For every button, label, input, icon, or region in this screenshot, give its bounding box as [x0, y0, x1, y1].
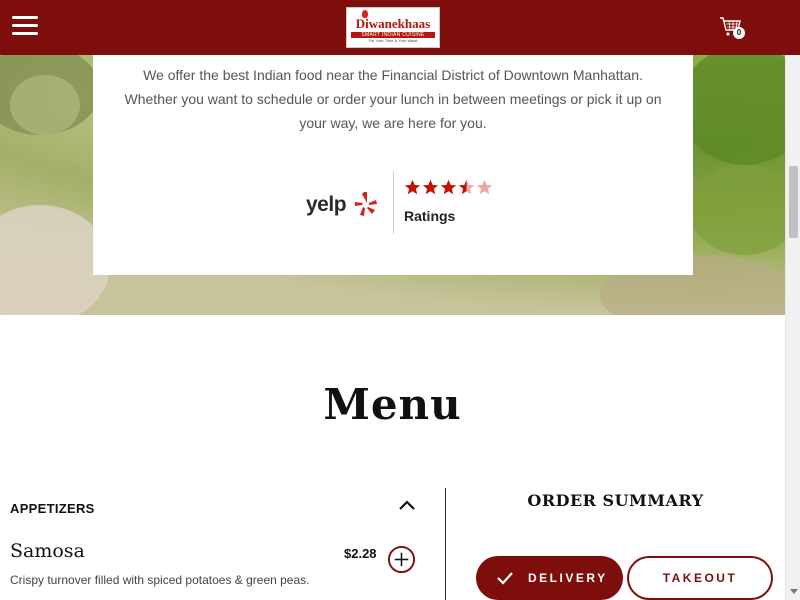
intro-text: We offer the best Indian food near the F… [124, 67, 662, 131]
menu-title: Menu [323, 380, 462, 429]
plus-circle-icon[interactable] [387, 545, 416, 574]
star-rating [404, 179, 494, 199]
category-header-appetizers[interactable]: APPETIZERS [10, 498, 420, 520]
star-icon [404, 179, 421, 195]
item-name: Samosa [10, 540, 85, 562]
order-summary-title: ORDER SUMMARY [527, 491, 704, 510]
site-logo[interactable]: Diwanekhaas SMART INDIAN CUISINE For You… [346, 7, 440, 48]
hero-section: We offer the best Indian food near the F… [0, 55, 785, 315]
star-icon [422, 179, 439, 195]
yelp-wordmark: yelp [306, 193, 347, 216]
takeout-label: TAKEOUT [662, 571, 738, 585]
delivery-label: DELIVERY [528, 571, 608, 585]
yelp-logo[interactable]: yelp [306, 182, 380, 222]
chevron-up-icon[interactable] [398, 498, 416, 512]
cart-button[interactable]: 0 [719, 16, 749, 42]
flame-icon [362, 10, 368, 18]
cart-count-badge: 0 [733, 27, 745, 39]
star-icon [440, 179, 457, 195]
delivery-button[interactable]: DELIVERY [476, 556, 623, 600]
hero-card: We offer the best Indian food near the F… [93, 55, 693, 275]
takeout-button[interactable]: TAKEOUT [627, 556, 773, 600]
rating-divider [393, 171, 394, 234]
star-half-icon [458, 179, 475, 195]
category-label: APPETIZERS [10, 501, 95, 516]
item-price: $2.28 [344, 546, 377, 561]
yelp-logo-icon [355, 192, 377, 216]
logo-subtagline: For Your Time & Your Waist [368, 38, 418, 43]
hamburger-icon[interactable] [12, 16, 38, 38]
page: Diwanekhaas SMART INDIAN CUISINE For You… [0, 0, 800, 600]
scroll-down-arrow-icon[interactable] [790, 589, 798, 594]
star-empty-icon [476, 179, 493, 195]
scroll-thumb[interactable] [789, 166, 798, 238]
page-scrollbar[interactable] [785, 0, 800, 600]
ratings-label: Ratings [404, 208, 456, 224]
top-navbar: Diwanekhaas SMART INDIAN CUISINE For You… [0, 0, 800, 55]
logo-name: Diwanekhaas [355, 16, 431, 31]
item-description: Crispy turnover filled with spiced potat… [10, 573, 310, 587]
check-icon [497, 572, 513, 585]
